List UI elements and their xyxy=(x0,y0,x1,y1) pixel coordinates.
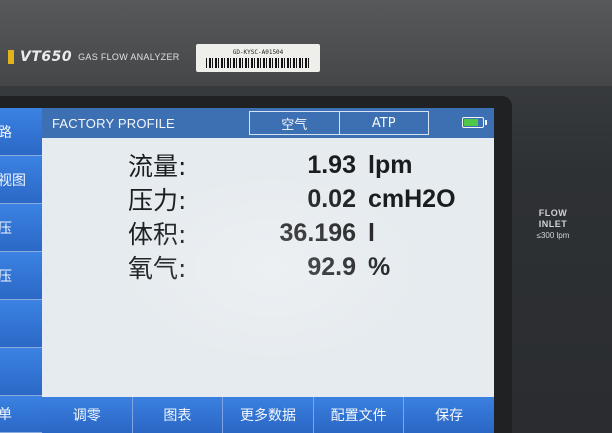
reading-value: 0.02 xyxy=(307,184,356,213)
model-plate: VT650 GAS FLOW ANALYZER xyxy=(0,42,200,72)
side-menu-item[interactable]: 路 xyxy=(0,108,42,156)
side-menu: 路 视图 压 压 单 xyxy=(0,108,42,433)
reading-value: 36.196 xyxy=(279,218,356,247)
brand-mark xyxy=(8,50,14,64)
reading-label: 氧气: xyxy=(128,254,187,283)
profile-button[interactable]: 配置文件 xyxy=(313,397,405,433)
reading-row-volume: 体积: 36.196 l xyxy=(42,216,494,250)
side-menu-item[interactable] xyxy=(0,300,42,348)
gas-tab-air[interactable]: 空气 xyxy=(250,112,339,134)
chart-button[interactable]: 图表 xyxy=(132,397,224,433)
reading-row-pressure: 压力: 0.02 cmH2O xyxy=(42,182,494,216)
reading-label: 体积: xyxy=(128,220,187,249)
inlet-line1: FLOW xyxy=(538,208,568,218)
profile-title[interactable]: FACTORY PROFILE xyxy=(42,116,252,131)
inlet-line3: ≤300 lpm xyxy=(536,231,570,240)
model-description: GAS FLOW ANALYZER xyxy=(78,52,180,62)
zero-button[interactable]: 调零 xyxy=(42,397,133,433)
reading-row-oxygen: 氧气: 92.9 % xyxy=(42,250,494,284)
side-menu-label: 压 xyxy=(0,266,12,286)
softkey-bar: 调零 图表 更多数据 配置文件 保存 xyxy=(42,397,494,433)
side-menu-item[interactable]: 压 xyxy=(0,204,42,252)
side-menu-label: 视图 xyxy=(0,172,26,189)
battery-icon xyxy=(462,117,487,128)
gas-tab-atp[interactable]: ATP xyxy=(338,112,429,134)
reading-unit: lpm xyxy=(368,150,413,179)
reading-unit: cmH2O xyxy=(368,184,456,213)
reading-label: 流量: xyxy=(128,152,187,181)
gas-selector: 空气 ATP xyxy=(249,111,429,135)
serial-sticker: GD-KYSC-A01504 xyxy=(196,44,320,72)
side-menu-label: 路 xyxy=(0,122,12,142)
side-menu-item[interactable] xyxy=(0,348,42,396)
side-menu-item[interactable]: 压 xyxy=(0,252,42,300)
reading-value: 1.93 xyxy=(307,150,356,179)
side-menu-item[interactable]: 视图 xyxy=(0,156,42,204)
more-data-button[interactable]: 更多数据 xyxy=(223,397,314,433)
side-menu-label: 压 xyxy=(0,218,12,238)
inlet-line2: INLET xyxy=(538,219,568,229)
reading-row-flow: 流量: 1.93 lpm xyxy=(42,148,494,182)
reading-unit: l xyxy=(368,218,375,247)
title-bar: FACTORY PROFILE 空气 ATP xyxy=(42,108,494,138)
device-header: VT650 GAS FLOW ANALYZER GD-KYSC-A01504 xyxy=(0,0,612,86)
model-name: VT650 xyxy=(20,49,73,65)
side-menu-item[interactable]: 单 xyxy=(0,396,42,433)
serial-number: GD-KYSC-A01504 xyxy=(232,48,284,56)
reading-unit: % xyxy=(368,252,391,281)
reading-value: 92.9 xyxy=(307,252,356,281)
display-screen: FACTORY PROFILE 空气 ATP 流量: 1.93 lpm 压力: … xyxy=(42,108,494,433)
side-menu-label: 单 xyxy=(0,404,12,424)
reading-label: 压力: xyxy=(128,186,187,215)
battery-level xyxy=(464,119,479,126)
save-button[interactable]: 保存 xyxy=(404,397,494,433)
barcode xyxy=(206,57,310,68)
flow-inlet-label: FLOW INLET ≤300 lpm xyxy=(522,208,584,241)
device-casing: VT650 GAS FLOW ANALYZER GD-KYSC-A01504 路… xyxy=(0,0,612,433)
